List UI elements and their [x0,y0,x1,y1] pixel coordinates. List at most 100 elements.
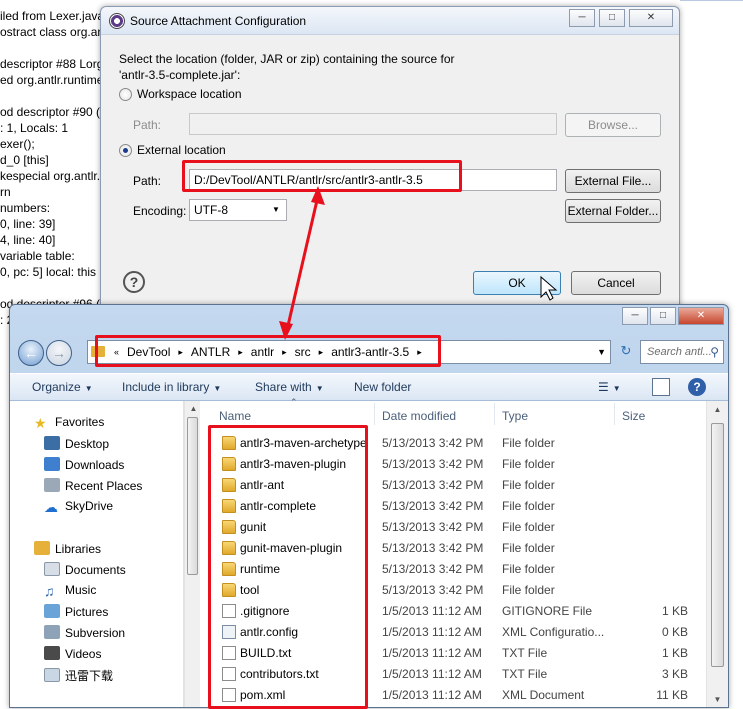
breadcrumb-separator-icon[interactable]: ▸ [280,345,289,360]
nav-downloads[interactable]: Downloads [44,457,124,472]
external-path-input[interactable]: D:/DevTool/ANTLR/antlr/src/antlr3-antlr-… [189,169,557,191]
file-list-scroll-thumb[interactable] [711,423,724,667]
file-date: 5/13/2013 3:42 PM [382,520,484,534]
file-row[interactable]: pom.xml 1/5/2013 11:12 AM XML Document 11 K… [202,685,706,706]
nav-pictures-label: Pictures [65,605,109,619]
file-row[interactable]: tool 5/13/2013 3:42 PM File folder [202,580,706,601]
file-date: 5/13/2013 3:42 PM [382,541,484,555]
column-name[interactable]: Name [219,409,251,423]
navigation-scrollbar[interactable]: ▲ [184,401,200,707]
file-row[interactable]: antlr3-maven-archetype 5/13/2013 3:42 PM F… [202,433,706,454]
breadcrumb-item[interactable]: ANTLR [185,345,236,360]
scroll-up-icon[interactable]: ▲ [710,403,725,417]
column-size[interactable]: Size [622,409,645,423]
file-row[interactable]: .gitignore 1/5/2013 11:12 AM GITIGNORE Fil… [202,601,706,622]
cancel-button[interactable]: Cancel [571,271,661,295]
close-button[interactable]: ✕ [629,9,673,27]
encoding-select[interactable]: UTF-8 ▼ [189,199,287,221]
file-row[interactable]: antlr-ant 5/13/2013 3:42 PM File folder [202,475,706,496]
forward-arrow-icon[interactable]: → [46,340,72,366]
help-icon[interactable]: ? [123,271,145,293]
breadcrumb-item[interactable]: DevTool [121,345,176,360]
share-with-menu[interactable]: Share with ▼ [255,380,324,394]
file-type: File folder [502,583,555,597]
preview-pane-icon[interactable] [652,378,670,396]
breadcrumb-item[interactable]: antlr [245,345,280,360]
search-input[interactable]: Search antl... ⚲ [640,340,724,364]
help-icon[interactable]: ? [688,378,706,396]
nav-libraries[interactable]: Libraries [34,541,101,556]
nav-recent-places[interactable]: Recent Places [44,478,142,493]
breadcrumb-separator-icon[interactable]: ▸ [317,345,326,360]
breadcrumb-separator-icon[interactable]: ▸ [415,345,424,360]
nav-skydrive[interactable]: ☁ SkyDrive [44,499,113,515]
file-row[interactable]: antlr.config 1/5/2013 11:12 AM XML Configu… [202,622,706,643]
file-date: 1/5/2013 11:12 AM [382,625,482,639]
explorer-close-button[interactable]: ✕ [678,307,724,325]
file-row[interactable]: contributors.txt 1/5/2013 11:12 AM TXT Fil… [202,664,706,685]
nav-favorites[interactable]: ★ Favorites [34,415,105,431]
include-in-library-menu[interactable]: Include in library ▼ [122,380,221,394]
external-file-button[interactable]: External File... [565,169,661,193]
workspace-path-input[interactable] [189,113,557,135]
breadcrumb-separator-icon[interactable]: ▸ [236,345,245,360]
maximize-button[interactable]: □ [599,9,625,27]
code-line: ostract class org.antl [0,25,110,39]
folder-icon [91,346,105,357]
nav-music-label: Music [65,583,97,597]
navigation-scroll-thumb[interactable] [187,417,198,575]
view-options-icon[interactable]: ☰ ▼ [598,380,621,394]
subversion-icon [44,625,60,639]
scroll-down-icon[interactable]: ▼ [710,693,725,707]
file-list-scrollbar[interactable]: ▲ ▼ [706,401,728,707]
column-type[interactable]: Type [502,409,528,423]
breadcrumb-overflow-icon[interactable]: « [112,345,121,360]
column-date-modified[interactable]: Date modified [382,409,456,423]
file-row[interactable]: runtime 5/13/2013 3:42 PM File folder [202,559,706,580]
nav-subversion[interactable]: Subversion [44,625,125,640]
explorer-maximize-button[interactable]: □ [650,307,676,325]
ok-button[interactable]: OK [473,271,561,295]
file-type: File folder [502,499,555,513]
refresh-icon[interactable]: ↻ [615,340,637,364]
minimize-button[interactable]: ─ [569,9,595,27]
downloads-icon [44,457,60,471]
browse-button[interactable]: Browse... [565,113,661,137]
breadcrumb-item[interactable]: antlr3-antlr-3.5 [325,345,415,360]
nav-thunder[interactable]: 迅雷下载 [44,667,113,684]
code-line: : 1, Locals: 1 [0,121,69,135]
workspace-location-radio[interactable] [119,88,132,101]
share-label: Share with [255,380,312,394]
nav-pictures[interactable]: Pictures [44,604,108,619]
breadcrumb-separator-icon[interactable]: ▸ [176,345,185,360]
code-line: exer(); [0,137,35,151]
nav-subversion-label: Subversion [65,626,126,640]
nav-documents[interactable]: Documents [44,562,126,577]
file-row[interactable]: antlr-complete 5/13/2013 3:42 PM File fold… [202,496,706,517]
file-row[interactable]: BUILD.txt 1/5/2013 11:12 AM TXT File 1 KB [202,643,706,664]
chevron-down-icon: ▼ [213,384,222,393]
explorer-content: ★ Favorites Desktop Downloads Recent Plac… [10,397,728,707]
nav-favorites-label: Favorites [55,415,105,429]
file-row[interactable]: gunit 5/13/2013 3:42 PM File folder [202,517,706,538]
file-row[interactable]: antlr3-maven-plugin 5/13/2013 3:42 PM File… [202,454,706,475]
chevron-down-icon[interactable]: ▼ [597,347,606,357]
code-line: numbers: [0,201,51,215]
search-placeholder: Search antl... [647,346,712,358]
nav-music[interactable]: ♫ Music [44,583,97,599]
address-bar[interactable]: «DevTool ▸ ANTLR ▸ antlr ▸ src ▸ antlr3-antlr-3.… [87,340,611,364]
organize-menu[interactable]: Organize ▼ [32,380,93,394]
file-type: File folder [502,520,555,534]
file-size: 0 KB [661,625,688,639]
new-folder-button[interactable]: New folder [354,380,411,394]
back-arrow-icon[interactable]: ← [18,340,44,366]
file-name: antlr3-maven-plugin [240,457,347,471]
external-folder-button[interactable]: External Folder... [565,199,661,223]
file-row[interactable]: gunit-maven-plugin 5/13/2013 3:42 PM File … [202,538,706,559]
nav-videos[interactable]: Videos [44,646,101,661]
nav-desktop[interactable]: Desktop [44,436,109,451]
explorer-minimize-button[interactable]: ─ [622,307,648,325]
breadcrumb-item[interactable]: src [289,345,317,360]
external-location-radio[interactable] [119,144,132,157]
scroll-up-icon[interactable]: ▲ [186,402,201,416]
